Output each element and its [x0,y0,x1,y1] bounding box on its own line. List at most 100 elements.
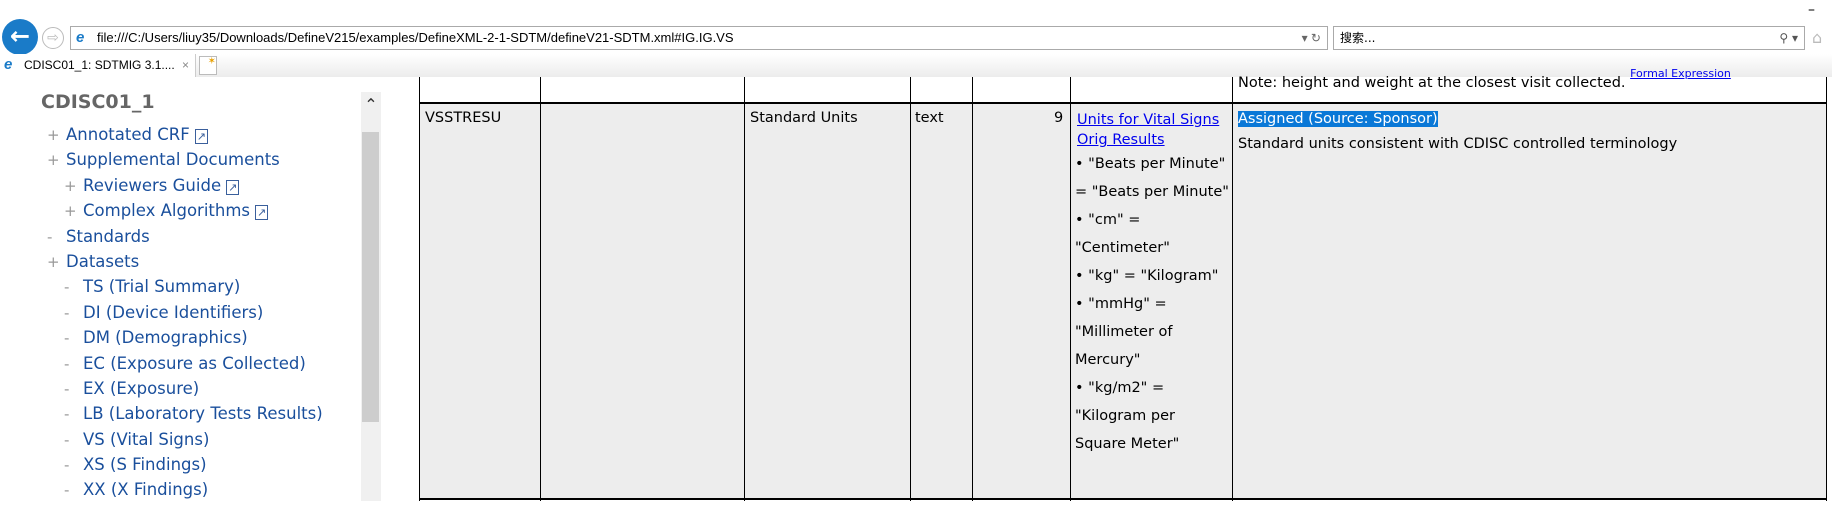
ie-icon: e [76,29,85,46]
expand-icon[interactable]: + [47,253,60,271]
sidebar-item-label[interactable]: EX (Exposure) [83,379,199,398]
collapse-icon[interactable]: - [64,304,69,322]
expand-icon[interactable]: + [47,126,60,144]
sidebar-item-label[interactable]: XS (S Findings) [83,455,207,474]
collapse-icon[interactable]: - [64,355,69,373]
label[interactable]: Reviewers Guide [83,176,221,195]
column-border [1232,77,1233,501]
home-icon[interactable]: ⌂ [1812,28,1822,47]
row-divider [419,102,1827,104]
browser-chrome: ← ⇨ e file:///C:/Users/liuy35/Downloads/… [0,0,1832,77]
ie-icon: e [4,56,13,73]
sidebar-item-label[interactable]: EC (Exposure as Collected) [83,354,306,373]
label[interactable]: EC (Exposure as Collected) [83,354,306,373]
origin-text: Assigned (Source: Sponsor) [1238,111,1438,127]
search-input[interactable]: 搜索... ⚲ ▾ [1333,26,1805,50]
label[interactable]: Datasets [66,252,139,271]
forward-button[interactable]: ⇨ [42,27,64,49]
sidebar-item-label[interactable]: TS (Trial Summary) [83,277,240,296]
length: 9 [1054,110,1064,126]
label[interactable]: EX (Exposure) [83,379,199,398]
collapse-icon[interactable]: - [64,329,69,347]
codelist-link-line1[interactable]: Units for Vital Signs [1077,112,1219,128]
sidebar: CDISC01_1 + Annotated CRF ↗ + Supplemental D… [0,77,384,501]
collapse-icon[interactable]: - [64,481,69,499]
label[interactable]: Standards [66,227,150,246]
label[interactable]: LB (Laboratory Tests Results) [83,404,323,423]
column-border [910,77,911,501]
sidebar-item-label[interactable]: DM (Demographics) [83,328,248,347]
new-tab-icon[interactable]: ✶ [199,56,217,75]
label[interactable]: TS (Trial Summary) [83,277,240,296]
label[interactable]: Complex Algorithms [83,201,250,220]
column-border [744,77,745,501]
codelist-item: • "Beats per Minute" = "Beats per Minute… [1075,156,1229,200]
column-border [540,77,541,501]
codelist-item: • "kg/m2" = "Kilogram per Square Meter" [1075,380,1180,452]
external-link-icon[interactable]: ↗ [194,129,208,144]
column-border [1070,77,1071,501]
label[interactable]: XS (S Findings) [83,455,207,474]
sidebar-item-label[interactable]: XX (X Findings) [83,480,208,499]
comment: Standard units consistent with CDISC con… [1238,136,1678,152]
sidebar-item-label[interactable]: VS (Vital Signs) [83,430,209,449]
collapse-icon[interactable]: - [64,456,69,474]
collapse-icon[interactable]: - [64,278,69,296]
label[interactable]: DM (Demographics) [83,328,248,347]
row-divider [419,498,1827,500]
code-text: "kg" = "Kilogram" [1088,268,1219,284]
codelist-values: • "Beats per Minute" = "Beats per Minute… [1075,150,1230,458]
scrollbar-thumb[interactable] [362,132,379,422]
label[interactable]: VS (Vital Signs) [83,430,209,449]
external-link-icon[interactable]: ↗ [226,179,240,195]
sidebar-scrollbar[interactable]: ⌃ [361,92,381,501]
data-type: text [915,110,944,126]
note-text: Note: height and weight at the closest v… [1238,75,1626,91]
address-bar[interactable]: e file:///C:/Users/liuy35/Downloads/Defi… [70,26,1328,50]
tab-title: CDISC01_1: SDTMIG 3.1.... [24,58,175,72]
search-icon[interactable]: ⚲ ▾ [1779,27,1798,49]
back-button[interactable]: ← [2,19,38,55]
codelist-item: • "cm" = "Centimeter" [1075,212,1170,256]
collapse-icon[interactable]: - [47,228,52,246]
collapse-icon[interactable]: - [64,380,69,398]
label[interactable]: DI (Device Identifiers) [83,303,263,322]
search-placeholder: 搜索... [1340,31,1376,45]
code-text: "kg/m2" = "Kilogram per Square Meter" [1075,380,1180,452]
scroll-up-icon[interactable]: ⌃ [361,94,381,114]
label[interactable]: Supplemental Documents [66,150,280,169]
collapse-icon[interactable]: - [64,431,69,449]
codelist-link[interactable]: Units for Vital Signs Orig Results [1077,110,1219,150]
code-text: "mmHg" = "Millimeter of Mercury" [1075,296,1173,368]
expand-icon[interactable]: + [64,202,77,220]
code-text: "Beats per Minute" = "Beats per Minute" [1075,156,1229,200]
sidebar-item-label[interactable]: Complex Algorithms ↗ [83,201,269,221]
sidebar-item-label[interactable]: Datasets [66,252,139,271]
codelist-item: • "mmHg" = "Millimeter of Mercury" [1075,296,1173,368]
label[interactable]: XX (X Findings) [83,480,208,499]
column-border [972,77,973,501]
column-border [419,77,420,501]
codelist-link-line2[interactable]: Orig Results [1077,132,1165,148]
sidebar-item-label[interactable]: Supplemental Documents [66,150,280,169]
sidebar-item-label[interactable]: Standards [66,227,150,246]
codelist-item: • "kg" = "Kilogram" [1075,268,1219,284]
sidebar-item-label[interactable]: Annotated CRF ↗ [66,125,208,144]
variable-name: VSSTRESU [425,110,502,126]
label[interactable]: Annotated CRF [66,125,190,144]
sidebar-item-label[interactable]: DI (Device Identifiers) [83,303,263,322]
sidebar-title: CDISC01_1 [41,91,155,113]
expand-icon[interactable]: + [64,177,77,195]
collapse-icon[interactable]: - [64,405,69,423]
formal-expression-link[interactable]: Formal Expression [1630,67,1731,80]
sidebar-item-label[interactable]: LB (Laboratory Tests Results) [83,404,323,423]
external-link-icon[interactable]: ↗ [255,205,269,221]
minimize-icon[interactable]: – [1808,2,1815,18]
sidebar-item-label[interactable]: Reviewers Guide ↗ [83,176,240,195]
close-tab-icon[interactable]: × [182,54,189,76]
address-text: file:///C:/Users/liuy35/Downloads/Define… [97,30,734,45]
refresh-icon[interactable]: ▾ ↻ [1302,27,1321,49]
expand-icon[interactable]: + [47,151,60,169]
tab-active[interactable]: e CDISC01_1: SDTMIG 3.1.... × [0,54,196,77]
column-border [1826,77,1827,501]
